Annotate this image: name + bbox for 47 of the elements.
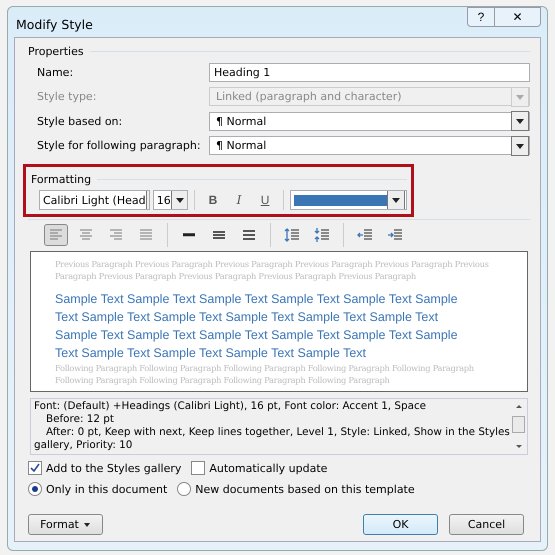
field-label: Name: [37,66,74,79]
italic-button[interactable]: I [227,193,251,207]
radio-label: New documents based on this template [195,482,415,496]
format-menu-button[interactable]: Format [28,514,103,535]
radio-button[interactable] [177,482,192,496]
following-paragraph-line: Following Paragraph Following Paragraph Following Paragraph Following Paragraph [55,374,391,386]
sample-text-line: Text Sample Text Sample Text Sample Text Sample Text Sample Text [55,309,440,326]
checkbox[interactable] [191,461,206,475]
font-dropdown[interactable]: Calibri Light (Head [39,190,150,210]
style-dropdown[interactable]: ¶ Normal [209,136,530,156]
caret-icon [82,522,91,528]
size-dropdown[interactable]: 16 [152,190,188,210]
underline-button[interactable]: U [254,193,277,207]
lines-icon [284,227,300,243]
close-button[interactable]: ✕ [495,7,541,27]
cancel-button[interactable]: Cancel [449,514,524,535]
previous-paragraph-line: Paragraph Previous Paragraph Previous Paragraph Previous Paragraph Previous Paragraph [55,270,417,282]
scroll-up-arrow-icon[interactable] [514,402,524,410]
name-field[interactable]: Heading 1 [209,62,530,82]
help-button[interactable]: ? [467,7,495,27]
sample-text-line: Sample Text Sample Text Sample Text Sample Text Sample Text Sample [55,327,459,344]
checkbox-label: Add to the Styles gallery [46,462,182,474]
radio-button[interactable] [28,482,42,496]
following-paragraph-line: Following Paragraph Following Paragraph Following Paragraph Following Paragraph Following Paragraph [55,362,475,374]
ok-button[interactable]: OK [363,514,438,535]
previous-paragraph-line: Previous Paragraph Previous Paragraph Previous Paragraph Previous Paragraph Previous Paragraph Previous [55,258,490,270]
sample-text-line: Text Sample Text Sample Text Sample Text Sample Text [55,345,368,362]
description-line: gallery, Priority: 10 [34,439,134,452]
checkbox[interactable] [28,461,42,475]
field-label: Style type: [37,90,98,104]
lines-icon [314,227,330,243]
description-line: After: 0 pt, Keep with next, Keep lines together, Level 1, Style: Linked, Show in the Styles [45,426,507,439]
style-dropdown[interactable]: ¶ Normal [209,112,530,131]
section-heading: Properties [28,44,84,58]
section-heading: Formatting [31,172,92,186]
description-line: Before: 12 pt [45,413,115,426]
scroll-down-arrow-icon[interactable] [514,443,524,451]
description-line: Font: (Default) +Headings (Calibri Light), 16 pt, Font color: Accent 1, Space [34,400,428,413]
font-color-dropdown[interactable] [290,190,408,210]
bold-button[interactable]: B [201,193,224,207]
sample-text-line: Sample Text Sample Text Sample Text Sample Text Sample Text Sample [55,291,459,308]
radio-label: Only in this document [46,482,168,496]
window-title: Modify Style [15,16,93,32]
field-label: Style for following paragraph: [37,139,202,152]
checkbox-label: Automatically update [209,462,328,474]
field-label: Style based on: [37,114,124,128]
lines-icon [181,233,197,237]
